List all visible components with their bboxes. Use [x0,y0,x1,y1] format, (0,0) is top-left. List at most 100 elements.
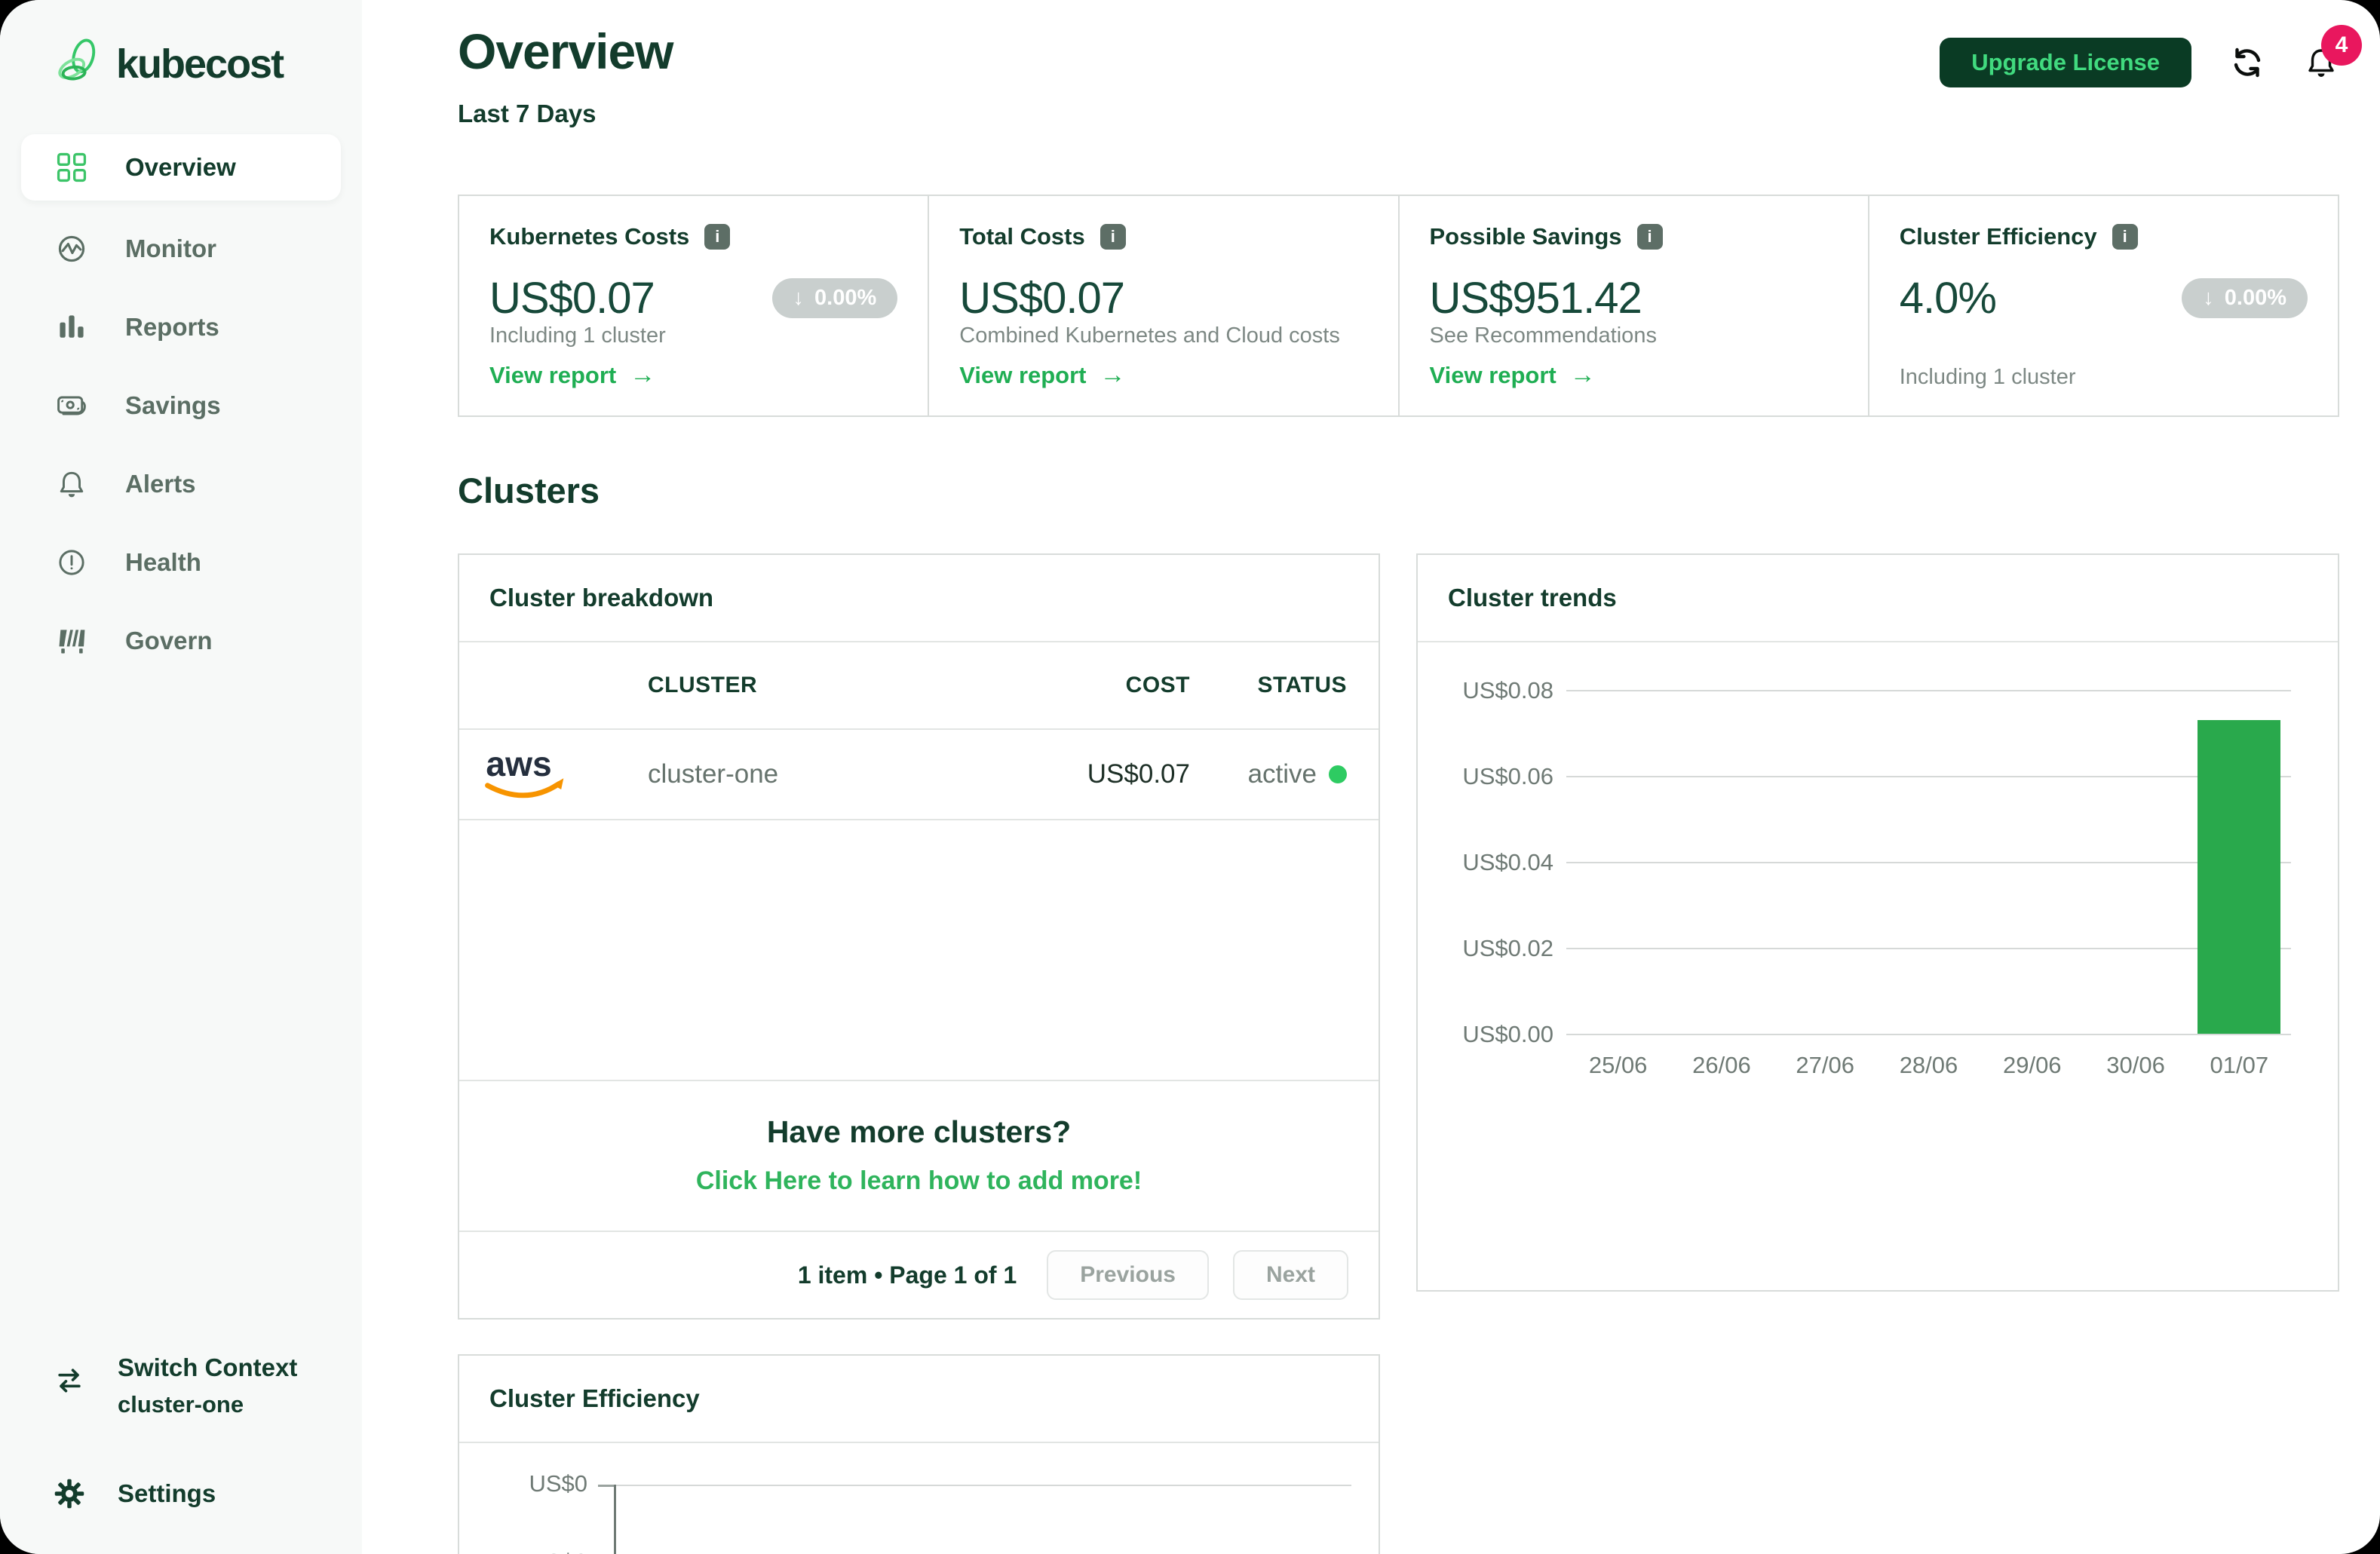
cluster-trends-panel: Cluster trends US$0.08 US$0.06 US$0.04 U… [1416,553,2339,1292]
cost-column-header: COST [1001,673,1190,698]
card-title: Cluster Efficiency [1900,223,2097,250]
header-actions: Upgrade License 4 [1940,38,2339,87]
switch-context-title: Switch Context [118,1353,297,1382]
card-kubernetes-costs: Kubernetes Costs i US$0.07 ↓0.00% Includ… [458,195,929,417]
y-axis-tick: US$0.06 [1433,763,1553,790]
y-axis-tick: US$0.02 [1433,935,1553,962]
cluster-trends-title: Cluster trends [1418,555,2338,642]
clusters-columns: Cluster breakdown CLUSTER COST STATUS aw… [458,553,2339,1320]
card-possible-savings: Possible Savings i US$951.42 See Recomme… [1400,195,1869,417]
card-value: US$0.07 [489,273,655,323]
summary-cards: Kubernetes Costs i US$0.07 ↓0.00% Includ… [458,195,2339,417]
status-column-header: STATUS [1190,673,1379,698]
kubecost-logo-icon [53,38,101,90]
sidebar-item-label: Govern [125,627,213,655]
sidebar-item-settings[interactable]: Settings [53,1477,339,1510]
previous-page-button[interactable]: Previous [1047,1250,1209,1300]
settings-label: Settings [118,1479,216,1508]
view-report-link[interactable]: View report→ [1430,360,1838,390]
x-axis-tick: 30/06 [2084,1052,2187,1079]
arrow-right-icon: → [1100,360,1126,390]
change-badge: ↓0.00% [2182,278,2308,318]
cluster-trends-chart: US$0.08 US$0.06 US$0.04 US$0.02 US$0.00 [1418,642,2338,1295]
y-axis-tick: US$0 [482,1549,587,1554]
upgrade-license-button[interactable]: Upgrade License [1940,38,2191,87]
card-subtext: Including 1 cluster [489,323,897,348]
card-value: US$951.42 [1430,273,1642,323]
x-axis-tick: 29/06 [1980,1052,2084,1079]
sidebar-item-monitor[interactable]: Monitor [0,210,362,288]
sidebar-item-alerts[interactable]: Alerts [0,445,362,523]
card-total-costs: Total Costs i US$0.07 Combined Kubernete… [929,195,1399,417]
banknote-icon [54,388,89,423]
sidebar-nav: Overview Monitor [0,134,362,680]
pagination-summary: 1 item • Page 1 of 1 [798,1261,1017,1289]
info-icon[interactable]: i [2112,224,2138,250]
page-title-block: Overview Last 7 Days [458,23,673,128]
y-axis-tick: US$0.04 [1433,849,1553,876]
y-axis-tick: US$0 [482,1470,587,1497]
sidebar-bottom: Switch Context cluster-one [0,1353,362,1554]
next-page-button[interactable]: Next [1233,1250,1348,1300]
table-header: CLUSTER COST STATUS [459,642,1379,730]
sidebar-item-label: Savings [125,391,221,420]
card-title: Total Costs [959,223,1085,250]
arrow-down-icon: ↓ [2203,286,2214,311]
notifications-button[interactable]: 4 [2303,44,2339,81]
cluster-efficiency-panel: Cluster Efficiency US$0 US$0 [458,1354,1380,1554]
monitor-icon [54,231,89,266]
table-row[interactable]: aws cluster-one US$0.07 active [459,730,1379,820]
sidebar-item-govern[interactable]: Govern [0,602,362,680]
switch-context-cluster: cluster-one [118,1391,297,1418]
change-badge: ↓0.00% [772,278,898,318]
gridline [614,1485,1351,1486]
refresh-button[interactable] [2229,44,2265,81]
x-axis-tick: 27/06 [1774,1052,1877,1079]
card-subtext: Including 1 cluster [1900,365,2308,390]
x-axis-tick: 25/06 [1566,1052,1670,1079]
govern-icon [54,624,89,658]
info-icon[interactable]: i [1637,224,1663,250]
info-icon[interactable]: i [1100,224,1126,250]
switch-context-text: Switch Context cluster-one [118,1353,297,1418]
cluster-column-header: CLUSTER [595,673,1001,698]
pagination-bar: 1 item • Page 1 of 1 Previous Next [459,1231,1379,1318]
sidebar-item-reports[interactable]: Reports [0,288,362,366]
card-title: Possible Savings [1430,223,1622,250]
switch-context-button[interactable]: Switch Context cluster-one [53,1353,339,1418]
main-content: Overview Last 7 Days Upgrade License [362,0,2380,1554]
sidebar-item-health[interactable]: Health [0,523,362,602]
arrow-right-icon: → [1570,360,1596,390]
cluster-breakdown-title: Cluster breakdown [459,555,1379,642]
add-clusters-link[interactable]: Click Here to learn how to add more! [696,1166,1142,1196]
y-axis-tick: US$0.08 [1433,677,1553,704]
refresh-icon [2229,44,2265,81]
sidebar: kubecost Overview Mo [0,0,362,1554]
aws-logo-icon: aws [480,743,575,806]
gridline [1566,1034,2291,1035]
sidebar-item-savings[interactable]: Savings [0,366,362,445]
swap-arrows-icon [53,1364,86,1397]
card-value: 4.0% [1900,273,1996,323]
table-empty-space [459,820,1379,1080]
card-subtext: See Recommendations [1430,323,1838,348]
gear-icon [53,1477,86,1510]
notification-count-badge: 4 [2321,25,2362,66]
kubecost-logo: kubecost [0,0,362,90]
plot-area [1566,690,2291,1034]
sidebar-item-label: Alerts [125,470,196,498]
sidebar-item-overview[interactable]: Overview [21,134,341,201]
y-axis-tick: US$0.00 [1433,1021,1553,1048]
clusters-section-heading: Clusters [458,470,2339,511]
add-clusters-prompt: Have more clusters? Click Here to learn … [459,1080,1379,1231]
date-range-label: Last 7 Days [458,100,673,128]
view-report-link[interactable]: View report→ [959,360,1367,390]
cluster-breakdown-panel: Cluster breakdown CLUSTER COST STATUS aw… [458,553,1380,1320]
grid-icon [54,150,89,185]
sidebar-item-label: Overview [125,153,236,182]
info-icon[interactable]: i [704,224,730,250]
view-report-link[interactable]: View report→ [489,360,897,390]
x-axis-labels: 25/06 26/06 27/06 28/06 29/06 30/06 01/0… [1566,1052,2291,1079]
svg-text:aws: aws [486,744,551,783]
x-axis-tick: 01/07 [2188,1052,2291,1079]
